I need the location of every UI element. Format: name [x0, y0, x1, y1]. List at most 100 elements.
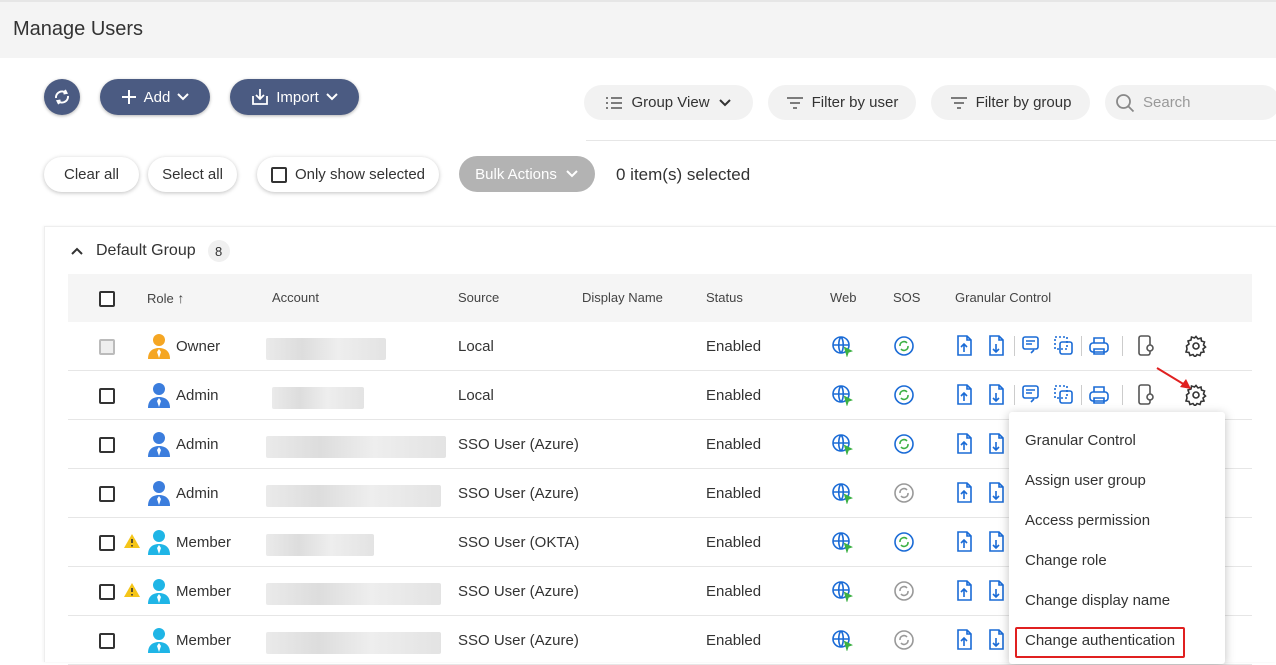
- upload-file-icon[interactable]: [954, 334, 976, 358]
- filter-icon: [786, 96, 803, 109]
- row-checkbox[interactable]: [99, 339, 115, 355]
- status-label: Enabled: [706, 338, 762, 355]
- row-checkbox[interactable]: [99, 486, 115, 502]
- row-checkbox[interactable]: [99, 535, 115, 551]
- menu-item-granular-control[interactable]: Granular Control: [1025, 432, 1136, 449]
- upload-file-icon[interactable]: [954, 530, 976, 554]
- printer-icon[interactable]: [1088, 334, 1110, 358]
- column-sos: SOS: [893, 290, 921, 305]
- filter-by-user-button[interactable]: Filter by user: [768, 85, 916, 120]
- select-all-rows-checkbox[interactable]: [99, 291, 115, 307]
- role-label: Admin: [176, 436, 219, 453]
- upload-file-icon[interactable]: [954, 432, 976, 456]
- chat-icon[interactable]: [1021, 334, 1043, 358]
- row-checkbox[interactable]: [99, 633, 115, 649]
- sos-icon[interactable]: [893, 384, 915, 410]
- sos-icon[interactable]: [893, 531, 915, 557]
- sos-icon[interactable]: [893, 433, 915, 459]
- bulk-actions-button[interactable]: Bulk Actions: [459, 156, 595, 192]
- upload-file-icon[interactable]: [954, 579, 976, 603]
- upload-file-icon[interactable]: [954, 481, 976, 505]
- source-label: SSO User (Azure): [458, 485, 579, 502]
- mobile-device-icon[interactable]: [1135, 383, 1157, 407]
- column-status[interactable]: Status: [706, 290, 743, 305]
- search-icon: [1116, 93, 1135, 112]
- menu-item-change-display-name[interactable]: Change display name: [1025, 592, 1170, 609]
- download-file-icon[interactable]: [986, 628, 1008, 652]
- download-file-icon[interactable]: [986, 383, 1008, 407]
- web-globe-icon[interactable]: [831, 384, 854, 410]
- account-redacted: [266, 436, 446, 458]
- sos-icon[interactable]: [893, 482, 915, 508]
- add-button[interactable]: Add: [100, 79, 210, 115]
- menu-item-change-authentication[interactable]: Change authentication: [1025, 632, 1175, 649]
- account-redacted: [266, 485, 441, 507]
- web-globe-icon[interactable]: [831, 433, 854, 459]
- admin-role-icon: [147, 431, 171, 461]
- search-input[interactable]: [1143, 94, 1263, 111]
- mobile-device-icon[interactable]: [1135, 334, 1157, 358]
- search-box[interactable]: [1105, 85, 1276, 120]
- member-role-icon: [147, 627, 171, 657]
- web-globe-icon[interactable]: [831, 531, 854, 557]
- group-header[interactable]: Default Group 8: [70, 240, 230, 262]
- web-globe-icon[interactable]: [831, 629, 854, 655]
- download-file-icon[interactable]: [986, 481, 1008, 505]
- select-all-button[interactable]: Select all: [148, 157, 237, 192]
- menu-item-access-permission[interactable]: Access permission: [1025, 512, 1150, 529]
- status-label: Enabled: [706, 632, 762, 649]
- select-all-label: Select all: [162, 166, 223, 183]
- download-file-icon[interactable]: [986, 530, 1008, 554]
- chevron-down-icon: [177, 93, 190, 101]
- role-label: Member: [176, 534, 232, 551]
- chat-icon[interactable]: [1021, 383, 1043, 407]
- column-account[interactable]: Account: [272, 290, 319, 305]
- clear-all-button[interactable]: Clear all: [44, 157, 139, 192]
- import-button[interactable]: Import: [230, 79, 359, 115]
- row-checkbox[interactable]: [99, 437, 115, 453]
- row-checkbox[interactable]: [99, 388, 115, 404]
- gear-icon[interactable]: [1185, 334, 1207, 358]
- upload-file-icon[interactable]: [954, 628, 976, 652]
- status-label: Enabled: [706, 436, 762, 453]
- only-show-selected-toggle[interactable]: Only show selected: [257, 157, 439, 192]
- refresh-icon: [55, 89, 69, 105]
- import-icon: [252, 89, 269, 105]
- download-file-icon[interactable]: [986, 579, 1008, 603]
- row-context-menu: Granular Control Assign user group Acces…: [1009, 412, 1225, 664]
- sos-icon[interactable]: [893, 335, 915, 361]
- clipboard-icon[interactable]: [1053, 383, 1075, 407]
- column-role-label: Role: [147, 291, 174, 306]
- column-granular-control: Granular Control: [955, 290, 1052, 305]
- plus-icon: [121, 90, 136, 104]
- source-label: SSO User (OKTA): [458, 534, 580, 551]
- status-label: Enabled: [706, 387, 762, 404]
- role-label: Owner: [176, 338, 221, 355]
- download-file-icon[interactable]: [986, 432, 1008, 456]
- menu-item-assign-user-group[interactable]: Assign user group: [1025, 472, 1146, 489]
- web-globe-icon[interactable]: [831, 335, 854, 361]
- sort-asc-icon: ↑: [177, 290, 185, 306]
- refresh-button[interactable]: [44, 79, 80, 115]
- chevron-up-icon[interactable]: [70, 246, 84, 256]
- row-checkbox[interactable]: [99, 584, 115, 600]
- granular-control-icons: [954, 334, 1207, 358]
- table-row[interactable]: Owner Local Enabled: [68, 322, 1252, 371]
- menu-item-change-role[interactable]: Change role: [1025, 552, 1107, 569]
- web-globe-icon[interactable]: [831, 482, 854, 508]
- column-display-name[interactable]: Display Name: [582, 290, 663, 305]
- column-source[interactable]: Source: [458, 290, 499, 305]
- divider: [586, 140, 1276, 141]
- column-role[interactable]: Role ↑: [147, 290, 184, 306]
- filter-by-group-button[interactable]: Filter by group: [931, 85, 1090, 120]
- only-show-selected-checkbox[interactable]: [270, 166, 287, 183]
- sos-icon[interactable]: [893, 629, 915, 655]
- member-role-icon: [147, 529, 171, 559]
- printer-icon[interactable]: [1088, 383, 1110, 407]
- group-view-dropdown[interactable]: Group View: [584, 85, 753, 120]
- download-file-icon[interactable]: [986, 334, 1008, 358]
- sos-icon[interactable]: [893, 580, 915, 606]
- upload-file-icon[interactable]: [954, 383, 976, 407]
- web-globe-icon[interactable]: [831, 580, 854, 606]
- clipboard-icon[interactable]: [1053, 334, 1075, 358]
